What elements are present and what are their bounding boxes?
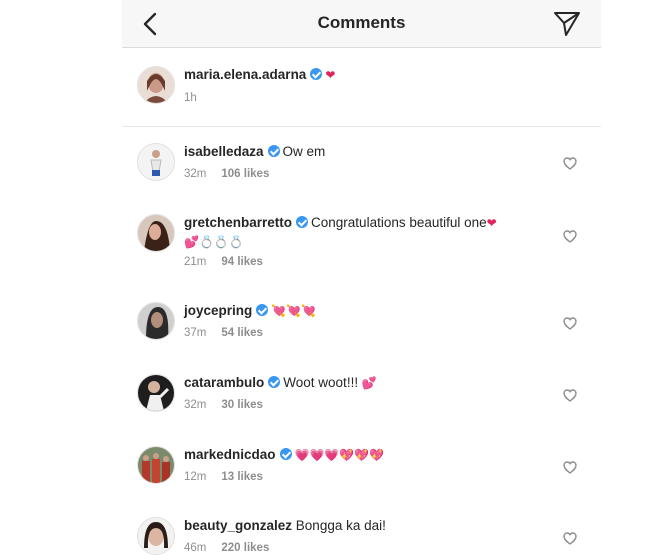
comment-body: Woot woot!!! xyxy=(283,375,359,390)
comment-text: gretchenbarretto Congratulations beautifu… xyxy=(184,213,497,233)
comment-meta: 37m 54 likes xyxy=(184,327,263,339)
heart-outline-icon[interactable] xyxy=(563,461,577,474)
comment-likes[interactable]: 94 likes xyxy=(221,256,263,268)
heart-outline-icon[interactable] xyxy=(563,389,577,402)
emoji-line: 💕💍💍💍 xyxy=(184,235,244,249)
comment-meta: 12m 13 likes xyxy=(184,471,263,483)
comment-username[interactable]: markednicdao xyxy=(184,447,276,462)
comment-likes[interactable]: 220 likes xyxy=(221,542,269,554)
comment-text: catarambulo Woot woot!!! 💕 xyxy=(184,373,377,393)
comment-likes[interactable]: 13 likes xyxy=(221,471,263,483)
caption-username[interactable]: maria.elena.adarna xyxy=(184,67,306,82)
verified-badge-icon xyxy=(267,145,280,157)
caption-heart-emoji: ❤ xyxy=(325,68,336,82)
avatar[interactable] xyxy=(137,214,175,252)
comment-username[interactable]: beauty_gonzalez xyxy=(184,518,292,533)
caption-time: 1h xyxy=(184,92,197,104)
header-bar: Comments xyxy=(122,0,601,48)
send-direct-icon[interactable] xyxy=(553,11,581,37)
avatar[interactable] xyxy=(137,374,175,412)
avatar[interactable] xyxy=(137,66,175,104)
comment-time: 12m xyxy=(184,471,207,483)
comment-likes[interactable]: 30 likes xyxy=(221,399,263,411)
caption-row: maria.elena.adarna ❤ 1h xyxy=(122,48,601,127)
comment-likes[interactable]: 54 likes xyxy=(221,327,263,339)
comment-text: joycepring 💘💘💘 xyxy=(184,301,316,321)
heart-outline-icon[interactable] xyxy=(563,230,577,243)
avatar[interactable] xyxy=(137,517,175,555)
comment-time: 21m xyxy=(184,256,207,268)
comment-text-line2: 💕💍💍💍 xyxy=(184,232,244,252)
avatar[interactable] xyxy=(137,302,175,340)
comment-meta: 46m 220 likes xyxy=(184,542,269,554)
avatar[interactable] xyxy=(137,143,175,181)
comment-time: 46m xyxy=(184,542,207,554)
comment-username[interactable]: isabelledaza xyxy=(184,144,264,159)
verified-badge-icon xyxy=(268,376,281,388)
two-hearts-emoji: 💕 xyxy=(361,376,377,390)
comment-username[interactable]: catarambulo xyxy=(184,375,264,390)
emoji-line: 💘💘💘 xyxy=(271,304,317,318)
heart-outline-icon[interactable] xyxy=(563,532,577,545)
comment-meta: 32m 106 likes xyxy=(184,168,269,180)
comment-body: Bongga ka dai! xyxy=(295,518,386,533)
comment-text: markednicdao 💗💗💗💖💖💖 xyxy=(184,445,384,465)
comment-time: 37m xyxy=(184,327,207,339)
caption-text: maria.elena.adarna ❤ xyxy=(184,65,335,85)
comment-meta: 32m 30 likes xyxy=(184,399,263,411)
verified-badge-icon xyxy=(296,216,309,228)
comment-meta: 21m 94 likes xyxy=(184,256,263,268)
comment-body: Congratulations beautiful one xyxy=(311,215,487,230)
comment-time: 32m xyxy=(184,399,207,411)
verified-badge-icon xyxy=(256,304,269,316)
page-title: Comments xyxy=(317,13,406,32)
comment-likes[interactable]: 106 likes xyxy=(221,168,269,180)
comments-screen: Comments maria.elena.adarna ❤ 1h isabelle… xyxy=(122,0,601,560)
heart-emoji: ❤ xyxy=(486,216,497,230)
avatar[interactable] xyxy=(137,446,175,484)
comment-time: 32m xyxy=(184,168,207,180)
comment-text: beauty_gonzalez Bongga ka dai! xyxy=(184,516,386,535)
comment-text: isabelledaza Ow em xyxy=(184,142,325,161)
comment-username[interactable]: gretchenbarretto xyxy=(184,215,292,230)
comment-username[interactable]: joycepring xyxy=(184,303,252,318)
emoji-line: 💗💗💗💖💖💖 xyxy=(294,448,385,462)
heart-outline-icon[interactable] xyxy=(563,317,577,330)
heart-outline-icon[interactable] xyxy=(563,157,577,170)
verified-badge-icon xyxy=(279,448,292,460)
verified-badge-icon xyxy=(310,68,323,80)
comment-body: Ow em xyxy=(282,144,326,159)
